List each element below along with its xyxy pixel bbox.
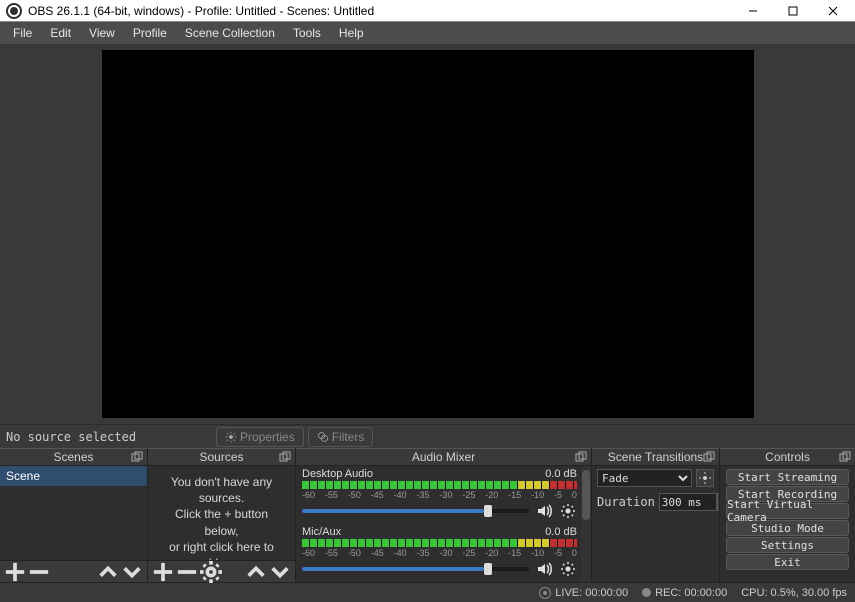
mixer-channel: Mic/Aux 0.0 dB -60-55-50-45-40-35-30-25-2… bbox=[296, 524, 591, 582]
channel-name: Mic/Aux bbox=[302, 526, 341, 538]
source-settings-button[interactable] bbox=[200, 563, 222, 581]
maximize-button[interactable] bbox=[773, 0, 813, 22]
dock-area: Scenes Scene Sources You don't have any … bbox=[0, 448, 855, 582]
volume-slider[interactable] bbox=[302, 567, 529, 571]
controls-title: Controls bbox=[765, 450, 810, 464]
properties-label: Properties bbox=[240, 430, 295, 444]
start-virtual-camera-button[interactable]: Start Virtual Camera bbox=[726, 503, 849, 519]
menu-scene-collection[interactable]: Scene Collection bbox=[176, 23, 284, 43]
controls-dock: Controls Start Streaming Start Recording… bbox=[720, 448, 855, 582]
scenes-title: Scenes bbox=[53, 450, 93, 464]
filters-button[interactable]: Filters bbox=[308, 427, 374, 447]
mixer-header: Audio Mixer bbox=[296, 448, 591, 466]
source-up-button[interactable] bbox=[245, 563, 267, 581]
mixer-channel: Desktop Audio 0.0 dB -60-55-50-45-40-35-3… bbox=[296, 466, 591, 524]
rec-status: REC: 00:00:00 bbox=[642, 587, 727, 599]
duration-up-button[interactable] bbox=[717, 493, 719, 502]
window-title: OBS 26.1.1 (64-bit, windows) - Profile: … bbox=[28, 4, 733, 18]
source-remove-button[interactable] bbox=[176, 563, 198, 581]
preview-canvas[interactable] bbox=[102, 50, 754, 418]
sources-list[interactable]: You don't have any sources. Click the + … bbox=[148, 466, 295, 560]
transitions-dock: Scene Transitions Fade Duration bbox=[592, 448, 720, 582]
exit-button[interactable]: Exit bbox=[726, 554, 849, 570]
transition-settings-button[interactable] bbox=[696, 469, 714, 487]
close-button[interactable] bbox=[813, 0, 853, 22]
audio-meter bbox=[302, 481, 577, 489]
menu-view[interactable]: View bbox=[80, 23, 124, 43]
speaker-icon[interactable] bbox=[535, 560, 553, 578]
sources-title: Sources bbox=[199, 450, 243, 464]
transitions-title: Scene Transitions bbox=[608, 450, 703, 464]
channel-name: Desktop Audio bbox=[302, 468, 373, 480]
meter-scale: -60-55-50-45-40-35-30-25-20-15-10-50 bbox=[302, 548, 577, 558]
statusbar: LIVE: 00:00:00 REC: 00:00:00 CPU: 0.5%, … bbox=[0, 582, 855, 602]
scenes-header: Scenes bbox=[0, 448, 147, 466]
menu-help[interactable]: Help bbox=[330, 23, 373, 43]
cpu-status: CPU: 0.5%, 30.00 fps bbox=[741, 587, 847, 599]
popout-icon[interactable] bbox=[703, 451, 715, 463]
menu-edit[interactable]: Edit bbox=[41, 23, 80, 43]
window-titlebar: OBS 26.1.1 (64-bit, windows) - Profile: … bbox=[0, 0, 855, 22]
source-toolbar: No source selected Properties Filters bbox=[0, 424, 855, 448]
source-add-button[interactable] bbox=[152, 563, 174, 581]
popout-icon[interactable] bbox=[131, 451, 143, 463]
transitions-header: Scene Transitions bbox=[592, 448, 719, 466]
transitions-body: Fade Duration bbox=[592, 466, 719, 582]
menu-profile[interactable]: Profile bbox=[124, 23, 176, 43]
source-down-button[interactable] bbox=[269, 563, 291, 581]
sources-footer bbox=[148, 560, 295, 582]
scenes-footer bbox=[0, 560, 147, 582]
channel-level: 0.0 dB bbox=[545, 468, 577, 480]
scene-add-button[interactable] bbox=[4, 563, 26, 581]
controls-header: Controls bbox=[720, 448, 855, 466]
duration-input[interactable] bbox=[659, 493, 717, 511]
controls-body: Start Streaming Start Recording Start Vi… bbox=[720, 466, 855, 582]
sources-empty-message: You don't have any sources. Click the + … bbox=[148, 466, 295, 560]
preview-area bbox=[0, 44, 855, 424]
live-status: LIVE: 00:00:00 bbox=[539, 587, 628, 599]
filters-label: Filters bbox=[332, 430, 365, 444]
menu-tools[interactable]: Tools bbox=[284, 23, 330, 43]
channel-level: 0.0 dB bbox=[545, 526, 577, 538]
transition-select[interactable]: Fade bbox=[597, 469, 692, 487]
scene-up-button[interactable] bbox=[97, 563, 119, 581]
popout-icon[interactable] bbox=[575, 451, 587, 463]
filters-icon bbox=[317, 431, 329, 443]
popout-icon[interactable] bbox=[839, 451, 851, 463]
broadcast-icon bbox=[539, 587, 551, 599]
gear-icon bbox=[225, 431, 237, 443]
popout-icon[interactable] bbox=[279, 451, 291, 463]
source-status-label: No source selected bbox=[6, 430, 216, 444]
menu-file[interactable]: File bbox=[4, 23, 41, 43]
volume-slider[interactable] bbox=[302, 509, 529, 513]
channel-gear-icon[interactable] bbox=[559, 560, 577, 578]
audio-meter bbox=[302, 539, 577, 547]
scenes-list[interactable]: Scene bbox=[0, 466, 147, 560]
speaker-icon[interactable] bbox=[535, 502, 553, 520]
duration-down-button[interactable] bbox=[717, 502, 719, 511]
scene-item[interactable]: Scene bbox=[0, 466, 147, 486]
channel-gear-icon[interactable] bbox=[559, 502, 577, 520]
scene-remove-button[interactable] bbox=[28, 563, 50, 581]
start-streaming-button[interactable]: Start Streaming bbox=[726, 469, 849, 485]
obs-logo-icon bbox=[6, 3, 22, 19]
sources-header: Sources bbox=[148, 448, 295, 466]
meter-scale: -60-55-50-45-40-35-30-25-20-15-10-50 bbox=[302, 490, 577, 500]
record-icon bbox=[642, 588, 651, 597]
duration-label: Duration bbox=[597, 495, 655, 509]
scene-down-button[interactable] bbox=[121, 563, 143, 581]
mixer-title: Audio Mixer bbox=[412, 450, 475, 464]
mixer-body: Desktop Audio 0.0 dB -60-55-50-45-40-35-3… bbox=[296, 466, 591, 582]
mixer-scrollbar[interactable] bbox=[581, 466, 591, 582]
minimize-button[interactable] bbox=[733, 0, 773, 22]
settings-button[interactable]: Settings bbox=[726, 537, 849, 553]
sources-dock: Sources You don't have any sources. Clic… bbox=[148, 448, 296, 582]
properties-button[interactable]: Properties bbox=[216, 427, 304, 447]
menubar: File Edit View Profile Scene Collection … bbox=[0, 22, 855, 44]
mixer-dock: Audio Mixer Desktop Audio 0.0 dB -60-55-5… bbox=[296, 448, 592, 582]
scenes-dock: Scenes Scene bbox=[0, 448, 148, 582]
